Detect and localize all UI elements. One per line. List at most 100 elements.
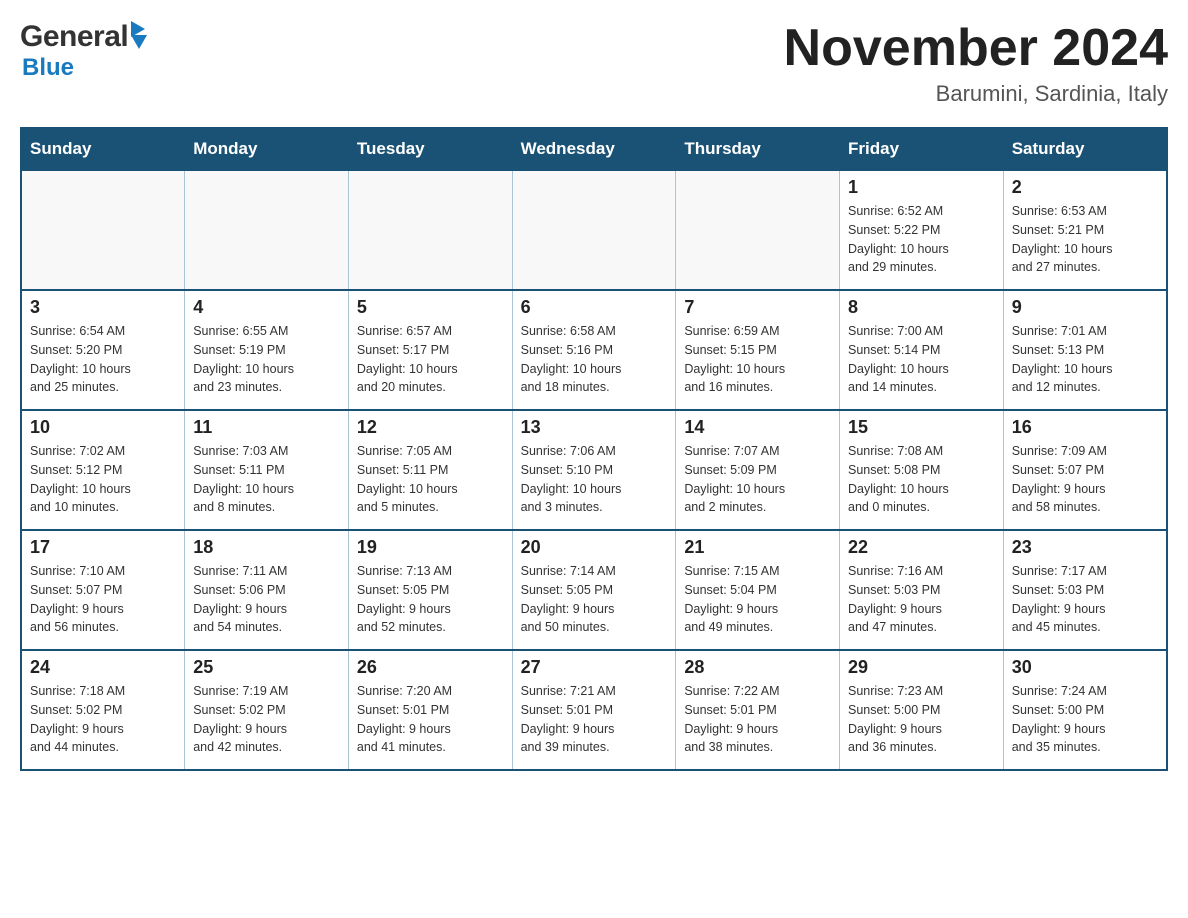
day-info: Sunrise: 7:01 AMSunset: 5:13 PMDaylight:… xyxy=(1012,322,1158,397)
day-number: 7 xyxy=(684,297,831,318)
logo-general-text: General xyxy=(20,20,128,54)
day-info: Sunrise: 7:10 AMSunset: 5:07 PMDaylight:… xyxy=(30,562,176,637)
table-row: 25 Sunrise: 7:19 AMSunset: 5:02 PMDayligh… xyxy=(185,650,349,770)
table-row: 5Sunrise: 6:57 AMSunset: 5:17 PMDaylight… xyxy=(348,290,512,410)
table-row: 19Sunrise: 7:13 AMSunset: 5:05 PMDayligh… xyxy=(348,530,512,650)
day-number: 10 xyxy=(30,417,176,438)
day-info: Sunrise: 7:21 AMSunset: 5:01 PMDaylight:… xyxy=(521,682,668,757)
calendar-week-3: 10 Sunrise: 7:02 AMSunset: 5:12 PMDayligh… xyxy=(21,410,1167,530)
table-row: 4 Sunrise: 6:55 AMSunset: 5:19 PMDaylight… xyxy=(185,290,349,410)
day-number: 4 xyxy=(193,297,340,318)
header-friday: Friday xyxy=(840,128,1004,170)
calendar-table: SundayMondayTuesdayWednesdayThursdayFrid… xyxy=(20,127,1168,771)
day-number: 6 xyxy=(521,297,668,318)
day-info: Sunrise: 7:05 AMSunset: 5:11 PMDaylight:… xyxy=(357,442,504,517)
day-info: Sunrise: 6:59 AMSunset: 5:15 PMDaylight:… xyxy=(684,322,831,397)
logo-blue-text: Blue xyxy=(22,54,74,81)
day-number: 16 xyxy=(1012,417,1158,438)
table-row: 23Sunrise: 7:17 AMSunset: 5:03 PMDayligh… xyxy=(1003,530,1167,650)
day-info: Sunrise: 7:23 AMSunset: 5:00 PMDaylight:… xyxy=(848,682,995,757)
table-row: 2 Sunrise: 6:53 AMSunset: 5:21 PMDaylight… xyxy=(1003,170,1167,290)
day-info: Sunrise: 7:00 AMSunset: 5:14 PMDaylight:… xyxy=(848,322,995,397)
day-number: 24 xyxy=(30,657,176,678)
day-info: Sunrise: 7:15 AMSunset: 5:04 PMDaylight:… xyxy=(684,562,831,637)
table-row: 22Sunrise: 7:16 AMSunset: 5:03 PMDayligh… xyxy=(840,530,1004,650)
day-number: 15 xyxy=(848,417,995,438)
table-row xyxy=(21,170,185,290)
day-number: 11 xyxy=(193,417,340,438)
table-row: 26 Sunrise: 7:20 AMSunset: 5:01 PMDayligh… xyxy=(348,650,512,770)
day-info: Sunrise: 7:16 AMSunset: 5:03 PMDaylight:… xyxy=(848,562,995,637)
header-sunday: Sunday xyxy=(21,128,185,170)
day-info: Sunrise: 6:53 AMSunset: 5:21 PMDaylight:… xyxy=(1012,202,1158,277)
day-number: 19 xyxy=(357,537,504,558)
calendar-week-2: 3 Sunrise: 6:54 AMSunset: 5:20 PMDaylight… xyxy=(21,290,1167,410)
day-number: 14 xyxy=(684,417,831,438)
table-row xyxy=(676,170,840,290)
day-number: 3 xyxy=(30,297,176,318)
table-row: 29 Sunrise: 7:23 AMSunset: 5:00 PMDayligh… xyxy=(840,650,1004,770)
table-row: 16 Sunrise: 7:09 AMSunset: 5:07 PMDayligh… xyxy=(1003,410,1167,530)
day-number: 20 xyxy=(521,537,668,558)
day-info: Sunrise: 7:09 AMSunset: 5:07 PMDaylight:… xyxy=(1012,442,1158,517)
header-saturday: Saturday xyxy=(1003,128,1167,170)
table-row: 18Sunrise: 7:11 AMSunset: 5:06 PMDayligh… xyxy=(185,530,349,650)
table-row: 11 Sunrise: 7:03 AMSunset: 5:11 PMDayligh… xyxy=(185,410,349,530)
day-number: 28 xyxy=(684,657,831,678)
table-row xyxy=(348,170,512,290)
day-info: Sunrise: 7:24 AMSunset: 5:00 PMDaylight:… xyxy=(1012,682,1158,757)
calendar-week-1: 1 Sunrise: 6:52 AMSunset: 5:22 PMDaylight… xyxy=(21,170,1167,290)
day-info: Sunrise: 7:14 AMSunset: 5:05 PMDaylight:… xyxy=(521,562,668,637)
table-row: 10 Sunrise: 7:02 AMSunset: 5:12 PMDayligh… xyxy=(21,410,185,530)
table-row: 15 Sunrise: 7:08 AMSunset: 5:08 PMDayligh… xyxy=(840,410,1004,530)
table-row: 17 Sunrise: 7:10 AMSunset: 5:07 PMDayligh… xyxy=(21,530,185,650)
day-number: 13 xyxy=(521,417,668,438)
day-info: Sunrise: 7:03 AMSunset: 5:11 PMDaylight:… xyxy=(193,442,340,517)
table-row: 8Sunrise: 7:00 AMSunset: 5:14 PMDaylight… xyxy=(840,290,1004,410)
day-info: Sunrise: 6:55 AMSunset: 5:19 PMDaylight:… xyxy=(193,322,340,397)
day-info: Sunrise: 6:52 AMSunset: 5:22 PMDaylight:… xyxy=(848,202,995,277)
day-info: Sunrise: 7:20 AMSunset: 5:01 PMDaylight:… xyxy=(357,682,504,757)
day-number: 21 xyxy=(684,537,831,558)
table-row: 20 Sunrise: 7:14 AMSunset: 5:05 PMDayligh… xyxy=(512,530,676,650)
day-number: 30 xyxy=(1012,657,1158,678)
table-row: 12 Sunrise: 7:05 AMSunset: 5:11 PMDayligh… xyxy=(348,410,512,530)
day-number: 29 xyxy=(848,657,995,678)
day-number: 1 xyxy=(848,177,995,198)
table-row: 6 Sunrise: 6:58 AMSunset: 5:16 PMDaylight… xyxy=(512,290,676,410)
table-row: 13Sunrise: 7:06 AMSunset: 5:10 PMDayligh… xyxy=(512,410,676,530)
day-info: Sunrise: 7:22 AMSunset: 5:01 PMDaylight:… xyxy=(684,682,831,757)
table-row: 1 Sunrise: 6:52 AMSunset: 5:22 PMDaylight… xyxy=(840,170,1004,290)
header-wednesday: Wednesday xyxy=(512,128,676,170)
day-info: Sunrise: 6:54 AMSunset: 5:20 PMDaylight:… xyxy=(30,322,176,397)
table-row xyxy=(512,170,676,290)
table-row: 24 Sunrise: 7:18 AMSunset: 5:02 PMDayligh… xyxy=(21,650,185,770)
day-info: Sunrise: 7:02 AMSunset: 5:12 PMDaylight:… xyxy=(30,442,176,517)
table-row: 7 Sunrise: 6:59 AMSunset: 5:15 PMDaylight… xyxy=(676,290,840,410)
page-header: General Blue November 2024 Barumini, Sar… xyxy=(20,20,1168,107)
header-tuesday: Tuesday xyxy=(348,128,512,170)
table-row: 30 Sunrise: 7:24 AMSunset: 5:00 PMDayligh… xyxy=(1003,650,1167,770)
title-section: November 2024 Barumini, Sardinia, Italy xyxy=(784,20,1168,107)
day-number: 9 xyxy=(1012,297,1158,318)
table-row xyxy=(185,170,349,290)
day-number: 12 xyxy=(357,417,504,438)
day-number: 25 xyxy=(193,657,340,678)
calendar-header-row: SundayMondayTuesdayWednesdayThursdayFrid… xyxy=(21,128,1167,170)
table-row: 28 Sunrise: 7:22 AMSunset: 5:01 PMDayligh… xyxy=(676,650,840,770)
day-number: 23 xyxy=(1012,537,1158,558)
day-info: Sunrise: 6:58 AMSunset: 5:16 PMDaylight:… xyxy=(521,322,668,397)
day-info: Sunrise: 7:08 AMSunset: 5:08 PMDaylight:… xyxy=(848,442,995,517)
location: Barumini, Sardinia, Italy xyxy=(784,81,1168,107)
header-thursday: Thursday xyxy=(676,128,840,170)
day-number: 27 xyxy=(521,657,668,678)
day-number: 2 xyxy=(1012,177,1158,198)
day-info: Sunrise: 7:19 AMSunset: 5:02 PMDaylight:… xyxy=(193,682,340,757)
day-number: 17 xyxy=(30,537,176,558)
month-title: November 2024 xyxy=(784,20,1168,77)
day-number: 26 xyxy=(357,657,504,678)
day-number: 5 xyxy=(357,297,504,318)
calendar-week-5: 24 Sunrise: 7:18 AMSunset: 5:02 PMDayligh… xyxy=(21,650,1167,770)
table-row: 14Sunrise: 7:07 AMSunset: 5:09 PMDayligh… xyxy=(676,410,840,530)
day-info: Sunrise: 7:18 AMSunset: 5:02 PMDaylight:… xyxy=(30,682,176,757)
